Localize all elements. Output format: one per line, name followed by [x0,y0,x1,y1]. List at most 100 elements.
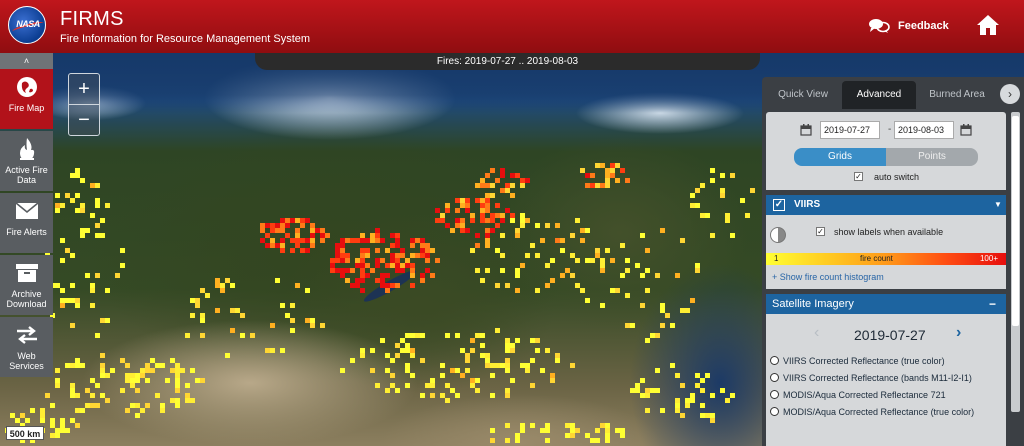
fire-detection-cell [60,238,65,243]
fire-detection-cell [105,318,110,323]
fire-count-legend: 1 fire count 100+ [766,253,1006,265]
fire-detection-cell [620,243,625,248]
fire-detection-cell [590,258,595,263]
radio-button[interactable] [770,390,779,399]
fire-detection-cell [510,218,515,223]
fire-detection-cell [395,353,400,358]
sidebar-item-active-fire-data[interactable]: Active Fire Data [0,131,53,191]
next-tab-button[interactable]: › [1000,84,1020,104]
fire-detection-cell [395,283,400,288]
fire-detection-cell [410,333,415,338]
fire-detection-cell [420,333,425,338]
feedback-label: Feedback [898,20,949,32]
zoom-out-button[interactable]: − [69,104,99,134]
imagery-option[interactable]: MODIS/Aqua Corrected Reflectance (true c… [770,407,974,421]
nasa-logo[interactable]: NASA [8,6,46,44]
fire-detection-cell [495,178,500,183]
fire-detection-cell [365,263,370,268]
fire-detection-cell [365,273,370,278]
fire-detection-cell [145,403,150,408]
fire-detection-cell [490,183,495,188]
imagery-option[interactable]: MODIS/Aqua Corrected Reflectance 721 [770,390,946,404]
start-date-field[interactable] [820,121,880,139]
fire-detection-cell [505,188,510,193]
end-date-field[interactable] [894,121,954,139]
fire-detection-cell [700,213,705,218]
fire-detection-cell [100,393,105,398]
fire-detection-cell [480,353,485,358]
sidebar-item-archive-download[interactable]: Archive Download [0,255,53,315]
fire-detection-cell [750,188,755,193]
viirs-layer-header[interactable]: ✓ VIIRS ▼ [766,195,1006,215]
radio-button[interactable] [770,407,779,416]
fire-detection-cell [160,408,165,413]
fire-detection-cell [390,253,395,258]
fire-detection-cell [490,193,495,198]
fire-map-icon [0,75,53,99]
sidebar-item-fire-map[interactable]: Fire Map [0,69,53,129]
satellite-imagery-header[interactable]: Satellite Imagery − [766,294,1006,314]
fire-detection-cell [630,388,635,393]
fire-detection-cell [105,203,110,208]
viirs-layer-checkbox[interactable]: ✓ [773,199,785,211]
grids-toggle[interactable]: Grids [794,148,886,166]
show-histogram-link[interactable]: + Show fire count histogram [772,272,884,282]
feedback-button[interactable]: Feedback [868,18,949,34]
auto-switch-checkbox[interactable]: ✓ [854,172,863,181]
fire-detection-cell [535,288,540,293]
tab-burned-area[interactable]: Burned Area [918,81,996,109]
imagery-option[interactable]: VIIRS Corrected Reflectance (bands M11-I… [770,373,972,387]
fire-detection-cell [450,228,455,233]
imagery-option[interactable]: VIIRS Corrected Reflectance (true color) [770,356,945,370]
fire-detection-cell [160,403,165,408]
fire-detection-cell [75,408,80,413]
points-toggle[interactable]: Points [886,148,978,166]
fire-detection-cell [290,328,295,333]
calendar-icon[interactable] [960,124,972,136]
fire-detection-cell [150,368,155,373]
fire-detection-cell [700,183,705,188]
fire-detection-cell [495,223,500,228]
fire-detection-cell [530,243,535,248]
fire-detection-cell [360,278,365,283]
fire-detection-cell [525,218,530,223]
show-labels-checkbox[interactable]: ✓ [816,227,825,236]
fire-detection-cell [55,383,60,388]
radio-button[interactable] [770,356,779,365]
fire-detection-cell [90,283,95,288]
calendar-icon[interactable] [800,124,812,136]
fire-detection-cell [600,163,605,168]
next-date-button[interactable]: › [956,324,961,342]
fire-detection-cell [625,268,630,273]
radio-button[interactable] [770,373,779,382]
fire-detection-cell [405,368,410,373]
fire-detection-cell [95,333,100,338]
sidebar-item-label: Archive Download [6,289,47,309]
tab-quick-view[interactable]: Quick View [766,81,840,109]
sidebar-item-fire-alerts[interactable]: Fire Alerts [0,193,53,253]
fire-detection-cell [440,363,445,368]
fire-detection-cell [130,383,135,388]
fire-detection-cell [580,288,585,293]
scrollbar-thumb[interactable] [1012,116,1019,326]
fire-detection-cell [160,363,165,368]
opacity-icon[interactable] [770,227,786,243]
fire-detection-cell [625,293,630,298]
home-icon[interactable] [976,14,1000,36]
sidebar-item-web-services[interactable]: Web Services [0,317,53,377]
zoom-in-button[interactable]: + [69,74,99,104]
fire-detection-cell [75,193,80,198]
fire-detection-cell [445,383,450,388]
fire-detection-cell [300,223,305,228]
chevron-down-icon[interactable]: ▼ [994,195,1002,215]
collapse-section-button[interactable]: − [989,294,996,314]
panel-scrollbar[interactable] [1011,112,1020,412]
tab-advanced[interactable]: Advanced [842,81,916,109]
fire-detection-cell [475,268,480,273]
fire-detection-cell [440,373,445,378]
fire-detection-cell [720,388,725,393]
sidebar-collapse-button[interactable]: ˄ [0,53,53,69]
previous-date-button[interactable]: ‹ [814,324,819,342]
fire-detection-cell [55,203,60,208]
legend-title: fire count [860,254,893,263]
